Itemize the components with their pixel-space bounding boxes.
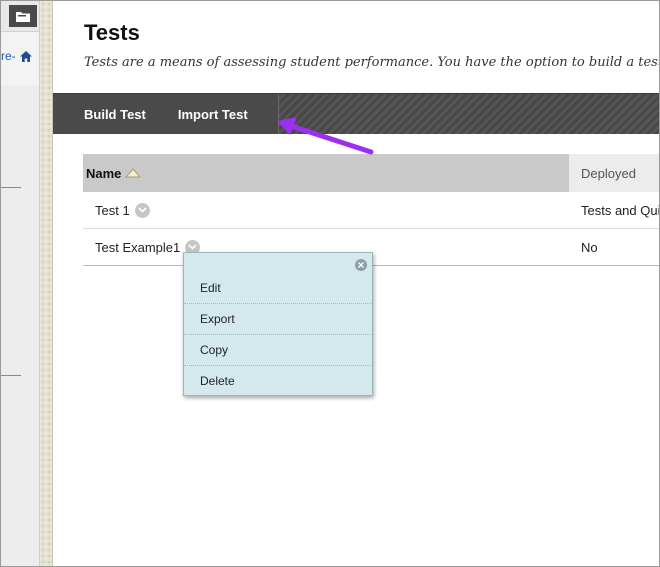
build-test-button[interactable]: Build Test <box>53 107 146 122</box>
menu-item-delete[interactable]: Delete <box>184 365 372 396</box>
test-name[interactable]: Test Example1 <box>95 240 180 255</box>
course-link[interactable]: re- <box>1 49 33 63</box>
page-title: Tests <box>84 20 140 45</box>
annotation-arrow-icon <box>277 117 374 155</box>
deployed-column-header[interactable]: Deployed <box>569 154 659 192</box>
deployed-cell: Tests and Qui <box>581 202 660 218</box>
deployed-cell: No <box>581 239 598 255</box>
chevron-down-icon[interactable] <box>134 202 150 218</box>
context-menu-items: Edit Export Copy Delete <box>184 272 372 396</box>
sidebar-divider <box>1 187 21 188</box>
close-icon[interactable] <box>355 259 367 271</box>
page-description: Tests are a means of assessing student p… <box>84 55 660 70</box>
test-name-cell: Test 1 <box>95 192 150 228</box>
test-name[interactable]: Test 1 <box>95 203 130 218</box>
browser-frame: re- Tests Tests are a means of assessing… <box>0 0 660 567</box>
menu-item-copy[interactable]: Copy <box>184 334 372 365</box>
toolbar-buttons: Build Test Import Test <box>53 94 279 134</box>
sidebar-top-bar <box>1 1 39 32</box>
course-link-label[interactable]: re- <box>1 49 16 63</box>
sort-ascending-icon[interactable] <box>125 168 142 178</box>
import-test-button[interactable]: Import Test <box>146 107 248 122</box>
home-icon[interactable] <box>19 50 33 63</box>
deployed-header-label[interactable]: Deployed <box>581 166 636 181</box>
tests-table: Name Deployed Test 1 Tests and Qui Test … <box>83 154 660 266</box>
menu-item-edit[interactable]: Edit <box>184 272 372 303</box>
sidebar-menu-area <box>1 85 39 566</box>
course-sidebar: re- <box>1 1 40 566</box>
sidebar-divider <box>1 375 21 376</box>
name-header-label[interactable]: Name <box>86 166 121 181</box>
context-menu: Edit Export Copy Delete <box>183 252 373 396</box>
menu-item-export[interactable]: Export <box>184 303 372 334</box>
sidebar-texture-divider <box>40 1 53 566</box>
table-row: Test 1 Tests and Qui <box>83 192 660 229</box>
folder-icon[interactable] <box>9 5 37 27</box>
